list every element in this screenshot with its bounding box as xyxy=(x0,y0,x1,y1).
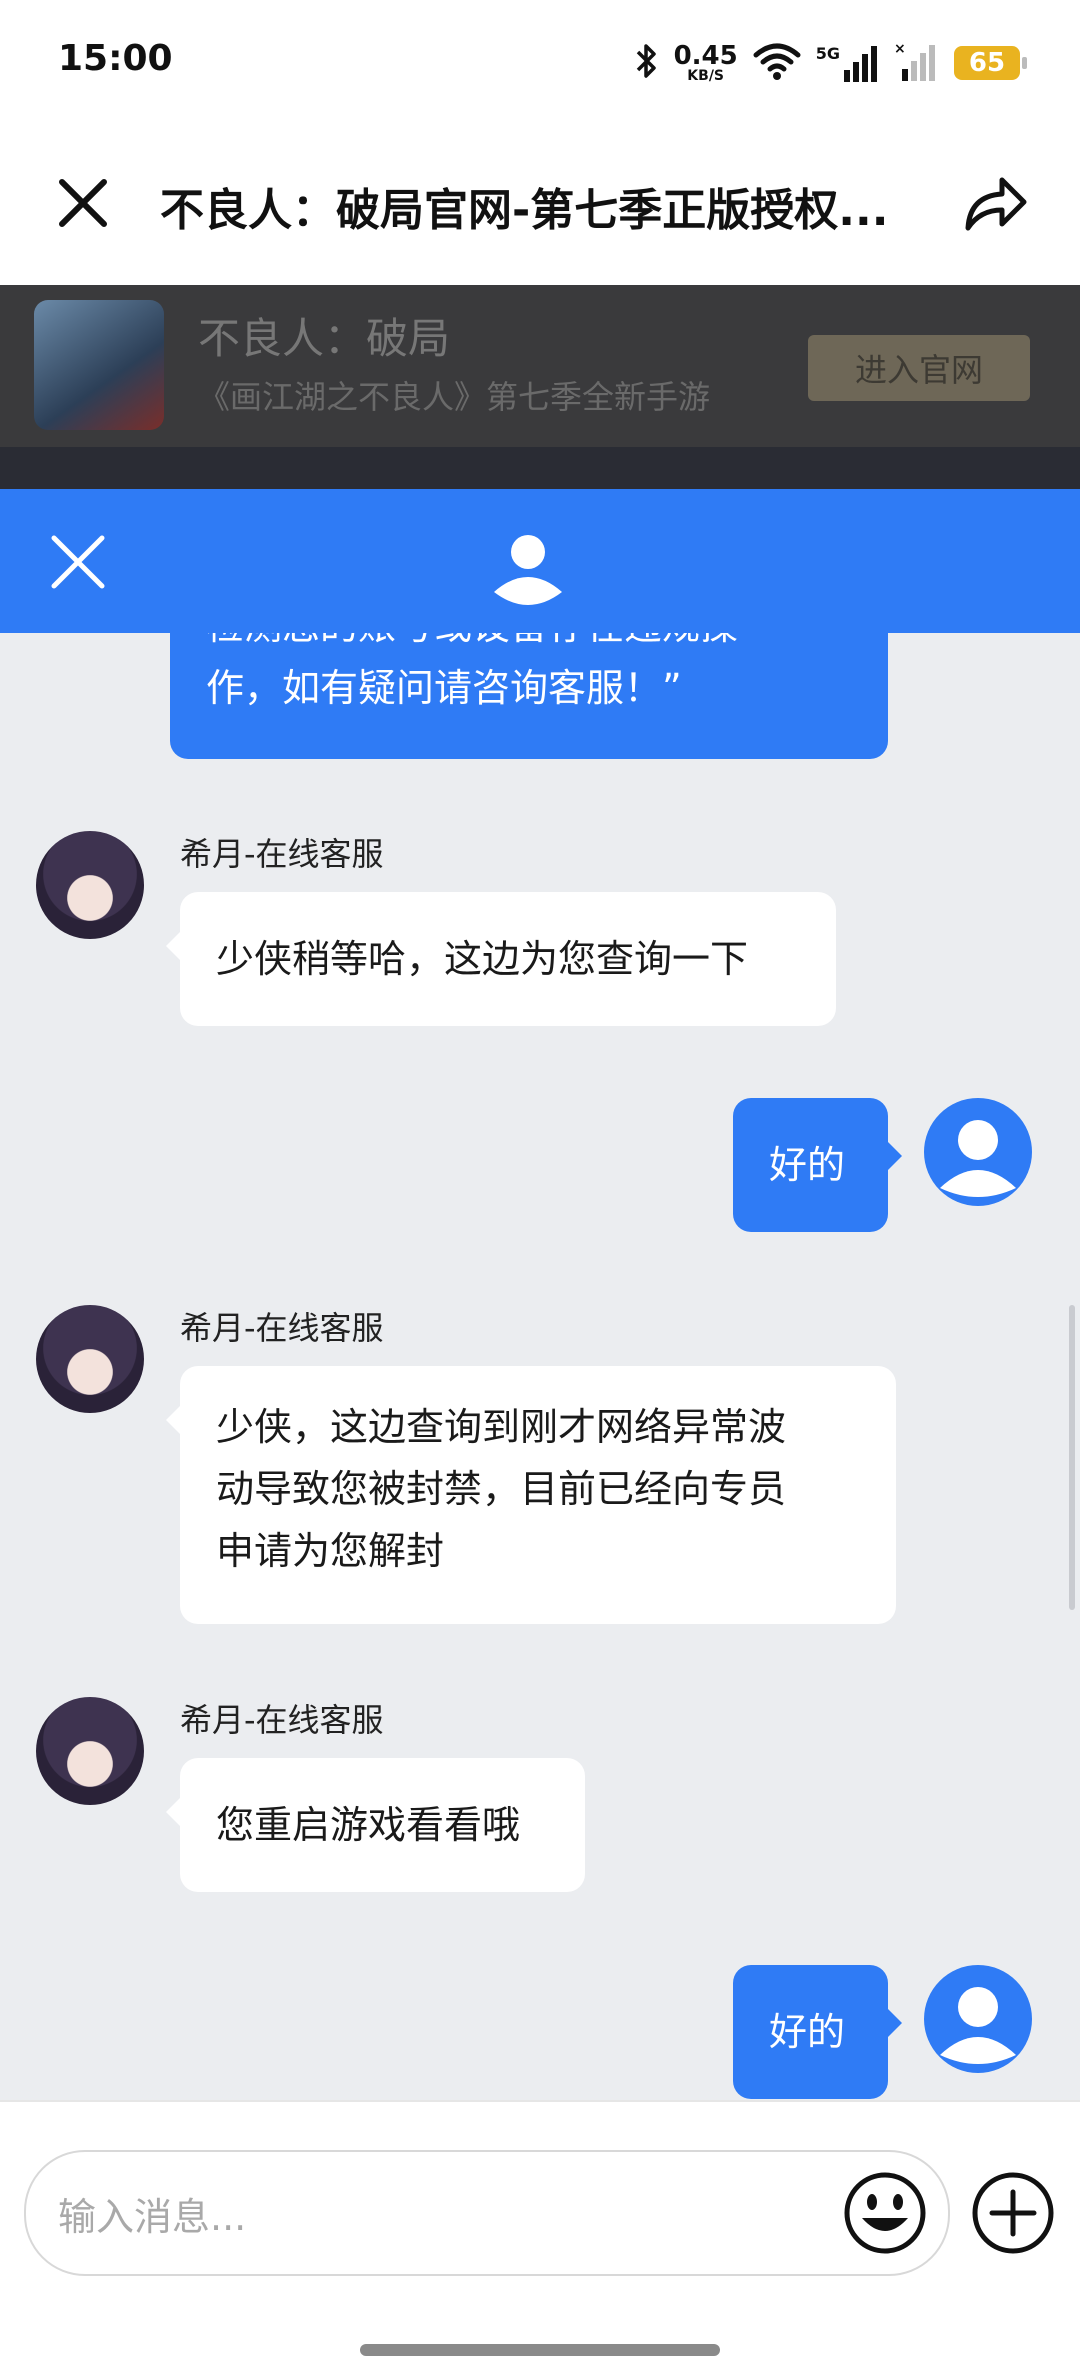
enter-official-site-button[interactable]: 进入官网 xyxy=(808,335,1030,401)
message-input-placeholder: 输入消息... xyxy=(58,2195,247,2239)
user-avatar xyxy=(924,1098,1032,1206)
close-chat-button[interactable] xyxy=(48,532,108,592)
user-message-bubble: 好的 xyxy=(733,1965,902,2099)
game-logo xyxy=(34,300,164,430)
agent-avatar xyxy=(36,1305,144,1413)
agent-message-bubble: 少侠稍等哈，这边为您查询一下 xyxy=(166,892,836,1026)
signal-weak-icon: × xyxy=(894,41,940,85)
svg-text:×: × xyxy=(894,41,906,57)
agent-name: 希月-在线客服 xyxy=(180,1701,384,1739)
emoji-button[interactable] xyxy=(842,2170,928,2256)
banner-image-strip xyxy=(0,447,1080,489)
add-attachment-button[interactable] xyxy=(970,2170,1056,2256)
close-page-button[interactable] xyxy=(52,172,114,234)
battery-indicator: 65 xyxy=(954,46,1027,80)
agent-message-bubble: 您重启游戏看看哦 xyxy=(166,1758,585,1892)
agent-name: 希月-在线客服 xyxy=(180,835,384,873)
status-icons: 0.45 KB/S 5G × 65 xyxy=(634,36,1027,90)
chat-scrollbar[interactable] xyxy=(1069,1305,1075,1610)
agent-avatar xyxy=(36,831,144,939)
close-icon xyxy=(59,179,107,227)
user-profile-icon xyxy=(940,1987,1016,2064)
user-avatar xyxy=(924,1965,1032,2073)
status-time: 15:00 xyxy=(58,38,173,79)
page-title: 不良人：破局官网-第七季正版授权... xyxy=(160,185,889,236)
home-indicator[interactable] xyxy=(360,2344,720,2356)
bluetooth-icon xyxy=(634,41,660,85)
user-message-bubble: 检测您的账号或设备存在违规操 作，如有疑问请咨询客服！” xyxy=(170,633,888,759)
signal-5g-icon: 5G xyxy=(816,44,880,82)
plus-circle-icon xyxy=(972,2172,1054,2254)
agent-avatar xyxy=(36,1697,144,1805)
user-profile-icon xyxy=(940,1120,1016,1197)
network-speed: 0.45 KB/S xyxy=(673,41,738,84)
user-message-bubble: 好的 xyxy=(733,1098,902,1232)
share-icon xyxy=(965,177,1027,231)
wifi-icon xyxy=(752,41,802,85)
agent-profile-icon xyxy=(490,530,566,610)
close-icon xyxy=(51,535,105,589)
share-button[interactable] xyxy=(962,170,1030,236)
promo-title: 不良人：破局 xyxy=(198,314,451,363)
emoji-icon xyxy=(844,2172,926,2254)
agent-message-bubble: 少侠，这边查询到刚才网络异常波 动导致您被封禁，目前已经向专员 申请为您解封 xyxy=(166,1366,896,1624)
promo-subtitle: 《画江湖之不良人》第七季全新手游 xyxy=(198,378,711,416)
agent-name: 希月-在线客服 xyxy=(180,1309,384,1347)
chat-message-list[interactable]: 检测您的账号或设备存在违规操 作，如有疑问请咨询客服！” 希月-在线客服 少侠稍… xyxy=(0,633,1080,2100)
